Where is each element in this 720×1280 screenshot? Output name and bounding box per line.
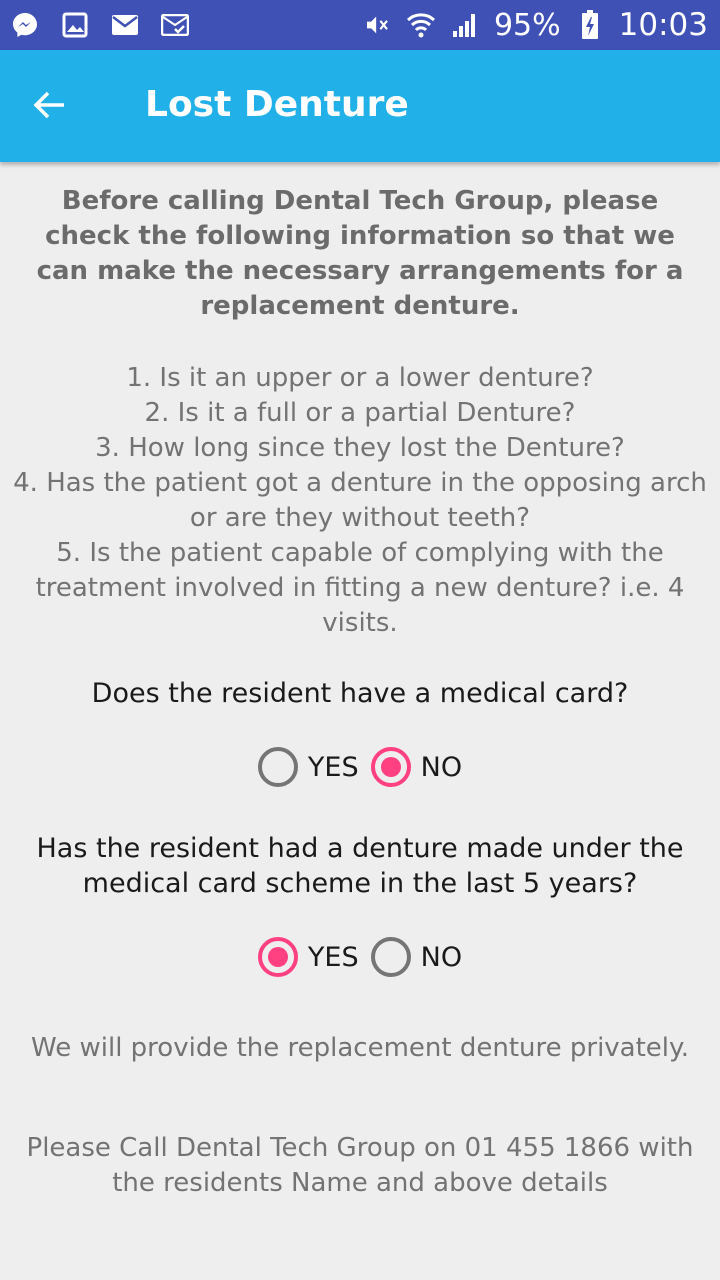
denture-scheme-question: Has the resident had a denture made unde… [36,833,684,899]
battery-percent: 95% [493,7,561,43]
back-button[interactable] [24,80,74,130]
email-icon [110,10,140,40]
signal-icon [450,10,480,40]
arrow-back-icon [33,91,64,119]
denture-scheme-radio-group: YES NO [0,929,720,985]
checklist-item: 2. Is it a full or a partial Denture? [144,398,576,428]
checklist-item: 4. Has the patient got a denture in the … [13,468,707,533]
gallery-icon [60,10,90,40]
mail-check-icon [160,10,190,40]
page-title: Lost Denture [145,84,409,125]
result-note: We will provide the replacement denture … [31,1033,689,1063]
call-instructions: Please Call Dental Tech Group on 01 455 … [26,1133,694,1198]
radio-unchecked-icon[interactable] [257,747,298,787]
messenger-icon [10,10,40,40]
medical-card-yes-option[interactable]: YES [257,747,359,787]
notification-icons [10,10,190,40]
clock: 10:03 [618,7,708,43]
denture-scheme-yes-option[interactable]: YES [257,937,359,977]
medical-card-question: Does the resident have a medical card? [91,678,629,709]
checklist-item: 1. Is it an upper or a lower denture? [126,363,594,393]
radio-unchecked-icon[interactable] [370,937,411,977]
radio-checked-icon[interactable] [257,937,298,977]
no-label: NO [420,751,463,783]
checklist: 1. Is it an upper or a lower denture? 2.… [0,324,720,641]
app-bar: Lost Denture [0,50,720,162]
yes-label: YES [307,941,359,973]
mute-icon [362,10,392,40]
denture-scheme-no-option[interactable]: NO [370,937,463,977]
wifi-icon [406,10,436,40]
intro-text: Before calling Dental Tech Group, please… [36,186,684,321]
checklist-item: 3. How long since they lost the Denture? [95,433,625,463]
battery-charging-icon [575,10,605,40]
medical-card-no-option[interactable]: NO [370,747,463,787]
status-bar: 95% 10:03 [0,0,720,50]
system-icons: 95% 10:03 [362,6,708,44]
main-content: Before calling Dental Tech Group, please… [0,162,720,1201]
yes-label: YES [307,751,359,783]
checklist-item: 5. Is the patient capable of complying w… [35,538,685,638]
medical-card-radio-group: YES NO [0,739,720,795]
radio-checked-icon[interactable] [370,747,411,787]
no-label: NO [420,941,463,973]
